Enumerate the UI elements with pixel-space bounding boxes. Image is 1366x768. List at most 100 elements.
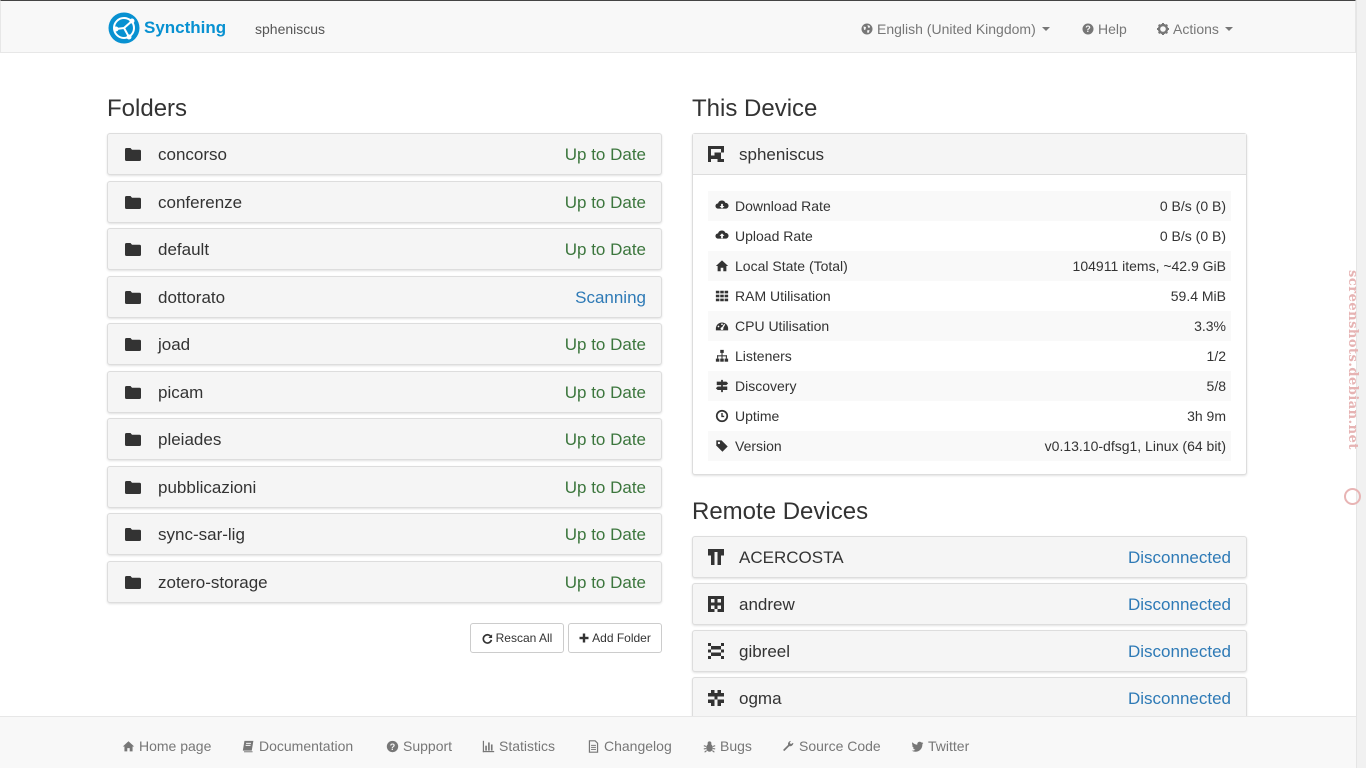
stat-row: CPU Utilisation 3.3% (708, 311, 1231, 341)
folder-icon (125, 291, 141, 304)
stat-label: Discovery (735, 378, 797, 394)
device-identicon-icon (708, 146, 724, 162)
folder-icon (125, 576, 141, 589)
help-label: Help (1098, 21, 1127, 37)
folder-name: pleiades (158, 430, 222, 449)
twitter-icon (911, 741, 924, 752)
stat-label: Listeners (735, 348, 792, 364)
stat-row: Version v0.13.10-dfsg1, Linux (64 bit) (708, 431, 1231, 461)
add-folder-button[interactable]: Add Folder (568, 623, 662, 653)
dashboard-icon (715, 322, 729, 331)
stat-value: 104911 items, ~42.9 GiB (1072, 258, 1226, 274)
footer-link[interactable]: Bugs (703, 738, 752, 754)
stat-row: Local State (Total) 104911 items, ~42.9 G… (708, 251, 1231, 281)
navbar-device-name: spheniscus (255, 21, 326, 37)
signpost-icon (715, 379, 729, 393)
folder-panel[interactable]: concorso Up to Date (107, 133, 662, 175)
home-icon (122, 740, 135, 751)
stat-value: 5/8 (1206, 378, 1226, 394)
footer-link[interactable]: Twitter (911, 738, 969, 754)
rescan-all-label: Rescan All (495, 631, 553, 645)
footer-link-label: Twitter (928, 738, 970, 754)
brand-link[interactable]: Syncthing (108, 12, 226, 44)
stat-value: 1/2 (1206, 348, 1226, 364)
rescan-all-button[interactable]: Rescan All (470, 623, 564, 653)
footer-link-label: Home page (139, 738, 212, 754)
folder-status: Scanning (575, 288, 646, 307)
gear-icon (1157, 23, 1169, 35)
folder-panel[interactable]: pleiades Up to Date (107, 418, 662, 460)
file-text-icon (588, 739, 599, 753)
footer-link[interactable]: Statistics (482, 738, 555, 754)
remote-device-status: Disconnected (1127, 689, 1231, 708)
folder-icon (125, 386, 141, 399)
remote-device-panel[interactable]: andrew Disconnected (692, 583, 1247, 625)
stat-row: Listeners 1/2 (708, 341, 1231, 371)
folder-name: sync-sar-lig (158, 525, 245, 544)
stat-row: Uptime 3h 9m (708, 401, 1231, 431)
folder-panel[interactable]: pubblicazioni Up to Date (107, 466, 662, 508)
folder-name: pubblicazioni (158, 478, 257, 497)
footer-link[interactable]: Home page (122, 738, 211, 754)
folder-name: dottorato (158, 288, 226, 307)
folder-name: default (158, 240, 210, 259)
this-device-header[interactable]: spheniscus (693, 134, 1246, 175)
sitemap-icon (715, 349, 729, 362)
refresh-icon (482, 633, 492, 644)
question-circle-icon: ? (1082, 23, 1094, 35)
footer-link-label: Source Code (799, 738, 881, 754)
folder-icon (125, 338, 141, 351)
device-identicon-icon (708, 643, 724, 659)
footer-link-label: Changelog (604, 738, 672, 754)
clock-icon (715, 409, 729, 423)
footer-link[interactable]: ? Support (386, 738, 452, 754)
folder-icon (125, 528, 141, 541)
folder-icon (125, 196, 141, 209)
help-button[interactable]: ? Help (1082, 21, 1127, 37)
folder-panel[interactable]: joad Up to Date (107, 323, 662, 365)
folder-icon (125, 433, 141, 446)
stat-label: Version (735, 438, 782, 454)
tag-icon (716, 440, 728, 452)
folder-status: Up to Date (564, 478, 646, 497)
remote-device-panel[interactable]: ACERCOSTA Disconnected (692, 536, 1247, 578)
folder-panel[interactable]: dottorato Scanning (107, 276, 662, 318)
folder-status: Up to Date (564, 145, 646, 164)
folder-status: Up to Date (564, 525, 646, 544)
remote-device-panel[interactable]: gibreel Disconnected (692, 630, 1247, 672)
remote-device-panel[interactable]: ogma Disconnected (692, 677, 1247, 719)
chevron-down-icon (1224, 27, 1233, 31)
stat-value: 0 B/s (0 B) (1159, 228, 1226, 244)
plus-icon (579, 633, 589, 643)
language-dropdown[interactable]: English (United Kingdom) (861, 21, 1050, 37)
language-label: English (United Kingdom) (877, 21, 1036, 37)
bug-icon (703, 740, 716, 753)
chevron-down-icon (1041, 27, 1050, 31)
stat-row: Discovery 5/8 (708, 371, 1231, 401)
stat-value: 0 B/s (0 B) (1159, 198, 1226, 214)
folder-status: Up to Date (564, 430, 646, 449)
folder-icon (125, 148, 141, 161)
folder-panel[interactable]: picam Up to Date (107, 371, 662, 413)
watermark-logo (1344, 488, 1361, 505)
device-identicon-icon (708, 549, 724, 565)
folder-status: Up to Date (564, 335, 646, 354)
wrench-icon (783, 740, 794, 751)
folder-panel[interactable]: default Up to Date (107, 228, 662, 270)
footer-link[interactable]: Source Code (782, 738, 881, 754)
stat-value: v0.13.10-dfsg1, Linux (64 bit) (1044, 438, 1226, 454)
folder-panel[interactable]: zotero-storage Up to Date (107, 561, 662, 603)
svg-text:?: ? (390, 741, 395, 751)
footer-link[interactable]: Changelog (587, 738, 672, 754)
folder-panel[interactable]: sync-sar-lig Up to Date (107, 513, 662, 555)
remote-devices-heading: Remote Devices (692, 498, 869, 525)
cloud-upload-icon (715, 230, 729, 239)
actions-label: Actions (1173, 21, 1219, 37)
this-device-name: spheniscus (739, 145, 825, 164)
footer-link[interactable]: Documentation (242, 738, 353, 754)
folder-panel[interactable]: conferenze Up to Date (107, 181, 662, 223)
folders-heading: Folders (107, 95, 188, 122)
add-folder-label: Add Folder (592, 631, 651, 645)
actions-dropdown[interactable]: Actions (1157, 21, 1233, 37)
folder-name: zotero-storage (158, 573, 268, 592)
